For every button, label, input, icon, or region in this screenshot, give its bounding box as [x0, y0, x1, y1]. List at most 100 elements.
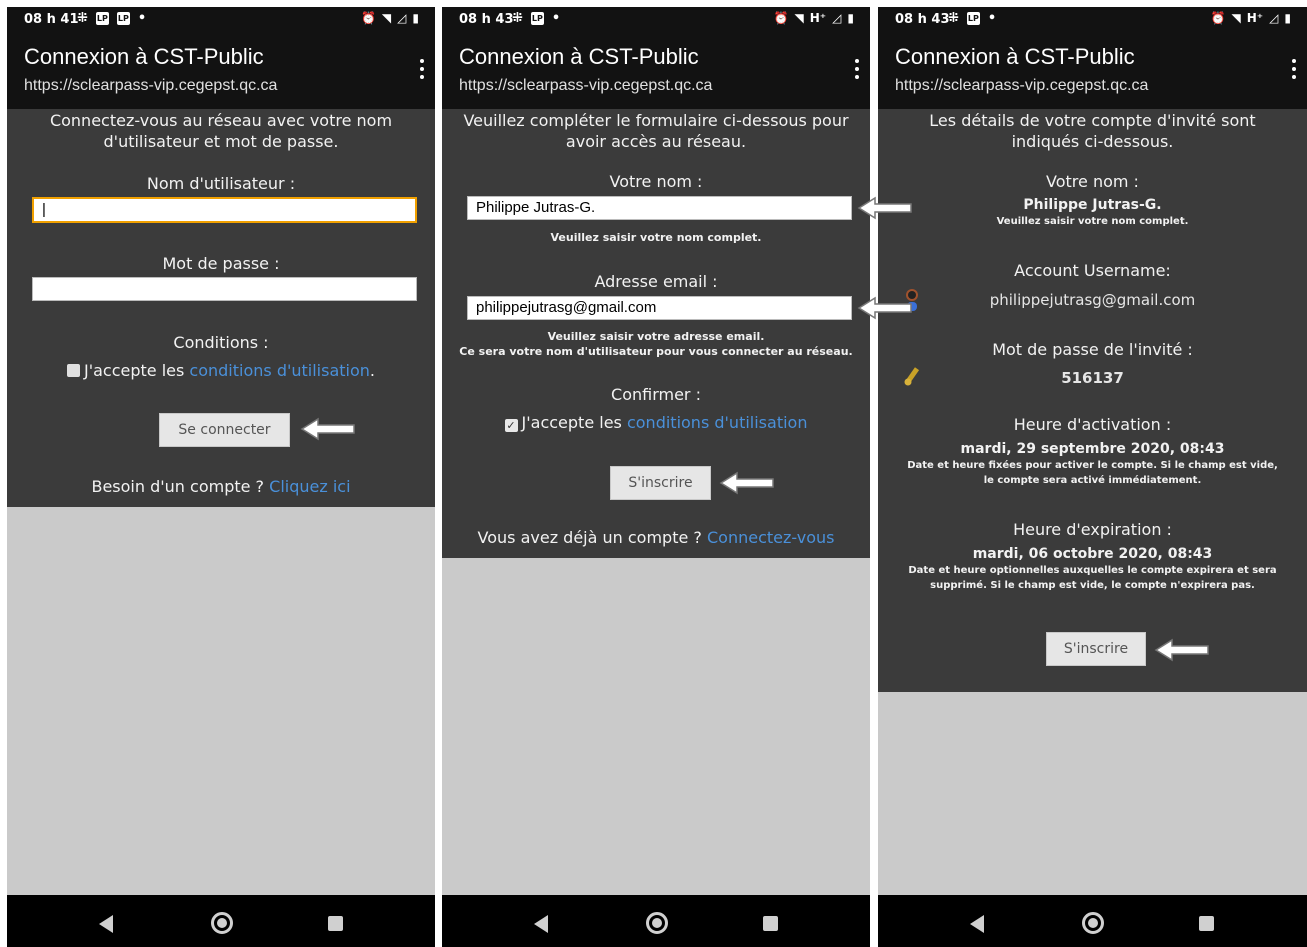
signal-icon: ◿	[832, 11, 842, 25]
connect-link[interactable]: Connectez-vous	[707, 528, 834, 547]
register-button[interactable]: S'inscrire	[610, 466, 711, 500]
phone-screen-account-details: 08 h 43 ⁜ LP • ⏰ ◥ H⁺ ◿ ▮ Connexion à CS…	[878, 7, 1307, 947]
status-bar: 08 h 41 ⁜ LP LP • ⏰ ◥ ◿ ▮	[7, 7, 435, 32]
terms-link[interactable]: conditions d'utilisation	[627, 413, 808, 432]
sim-icon: ⁜	[77, 11, 88, 26]
expiration-hint-1: Date et heure optionnelles auxquelles le…	[908, 565, 1277, 576]
connect-button[interactable]: Se connecter	[159, 413, 290, 447]
account-username-value: philippejutrasg@gmail.com	[989, 291, 1196, 309]
arrow-left-icon	[857, 296, 912, 320]
accept-prefix: J'accepte les	[521, 413, 627, 432]
status-time: 08 h 43	[895, 12, 950, 27]
username-input[interactable]: |	[32, 197, 417, 223]
email-hint-1: Veuillez saisir votre adresse email.	[547, 330, 765, 343]
lp-icon: LP	[966, 12, 980, 25]
battery-icon: ▮	[1284, 11, 1291, 25]
lp-icon: LP	[530, 12, 544, 25]
terms-link[interactable]: conditions d'utilisation	[189, 361, 370, 380]
dot-icon: •	[987, 11, 997, 26]
activation-hint-1: Date et heure fixées pour activer le com…	[907, 460, 1278, 471]
home-icon[interactable]	[211, 912, 233, 934]
recents-icon[interactable]	[328, 916, 343, 931]
dot-icon: •	[137, 11, 147, 26]
email-label: Adresse email :	[594, 272, 718, 291]
name-hint: Veuillez saisir votre nom complet.	[550, 231, 762, 244]
activation-label: Heure d'activation :	[1013, 415, 1172, 434]
browser-titlebar: Connexion à CST-Public https://sclearpas…	[442, 32, 870, 109]
arrow-left-icon	[857, 196, 912, 220]
home-icon[interactable]	[646, 912, 668, 934]
page-title: Connexion à CST-Public	[459, 44, 699, 69]
menu-dots-icon[interactable]	[417, 59, 427, 85]
click-here-link[interactable]: Cliquez ici	[269, 477, 350, 496]
page-url: https://sclearpass-vip.cegepst.qc.ca	[895, 77, 1149, 94]
arrow-left-icon	[1154, 638, 1209, 662]
back-icon[interactable]	[970, 915, 984, 933]
status-time: 08 h 41	[24, 12, 79, 27]
account-details: Les détails de votre compte d'invité son…	[878, 109, 1307, 692]
menu-dots-icon[interactable]	[852, 59, 862, 85]
email-input[interactable]: philippejutrasg@gmail.com	[467, 296, 852, 320]
name-label: Votre nom :	[609, 172, 703, 191]
home-icon[interactable]	[1082, 912, 1104, 934]
back-icon[interactable]	[534, 915, 548, 933]
conditions-label: Conditions :	[173, 333, 269, 352]
expiration-label: Heure d'expiration :	[1013, 520, 1172, 539]
battery-icon: ▮	[412, 11, 419, 25]
android-navbar	[7, 895, 435, 947]
android-navbar	[442, 895, 870, 947]
alarm-icon: ⏰	[360, 11, 376, 25]
login-form: Connectez-vous au réseau avec votre nom …	[7, 109, 435, 507]
wifi-off-icon: ◥	[794, 11, 804, 25]
menu-dots-icon[interactable]	[1289, 59, 1299, 85]
confirm-label: Confirmer :	[611, 385, 701, 404]
need-account-text: Besoin d'un compte ?	[91, 477, 270, 496]
intro-line-2: indiqués ci-dessous.	[1011, 132, 1174, 151]
back-icon[interactable]	[99, 915, 113, 933]
name-hint: Veuillez saisir votre nom complet.	[996, 216, 1189, 227]
wifi-off-icon: ◥	[1231, 11, 1241, 25]
arrow-left-icon	[300, 417, 355, 441]
register-button[interactable]: S'inscrire	[1046, 632, 1146, 666]
accept-suffix: .	[369, 361, 376, 380]
alarm-icon: ⏰	[773, 11, 789, 25]
battery-icon: ▮	[847, 11, 854, 25]
page-url: https://sclearpass-vip.cegepst.qc.ca	[24, 77, 278, 94]
intro-line-1: Veuillez compléter le formulaire ci-dess…	[463, 111, 849, 130]
password-input[interactable]	[32, 277, 417, 301]
name-value: Philippe Jutras-G.	[1023, 197, 1162, 213]
phone-screen-login: 08 h 41 ⁜ LP LP • ⏰ ◥ ◿ ▮ Connexion à CS…	[7, 7, 435, 947]
status-bar: 08 h 43 ⁜ LP • ⏰ ◥ H⁺ ◿ ▮	[442, 7, 870, 32]
page-title: Connexion à CST-Public	[895, 44, 1135, 69]
page-title: Connexion à CST-Public	[24, 44, 264, 69]
wifi-off-icon: ◥	[381, 11, 392, 25]
guest-password-value: 516137	[1061, 369, 1124, 387]
email-hint-2: Ce sera votre nom d'utilisateur pour vou…	[459, 345, 853, 358]
recents-icon[interactable]	[763, 916, 778, 931]
intro-line-1: Les détails de votre compte d'invité son…	[929, 111, 1256, 130]
browser-titlebar: Connexion à CST-Public https://sclearpas…	[878, 32, 1307, 109]
name-input[interactable]: Philippe Jutras-G.	[467, 196, 852, 220]
lp-icon: LP	[95, 12, 109, 25]
terms-checkbox[interactable]	[66, 364, 80, 377]
expiration-value: mardi, 06 octobre 2020, 08:43	[972, 546, 1213, 562]
intro-line-1: Connectez-vous au réseau avec votre nom	[49, 111, 393, 130]
network-type: H⁺	[809, 11, 827, 25]
expiration-hint-2: supprimé. Si le champ est vide, le compt…	[930, 580, 1255, 591]
accept-terms: ✓ J'accepte les conditions d'utilisation	[442, 413, 870, 432]
have-account: Vous avez déjà un compte ? Connectez-vou…	[442, 528, 870, 547]
accept-terms: J'accepte les conditions d'utilisation.	[7, 361, 435, 380]
terms-checkbox[interactable]: ✓	[504, 419, 518, 432]
activation-value: mardi, 29 septembre 2020, 08:43	[960, 441, 1225, 457]
sim-icon: ⁜	[512, 11, 523, 26]
arrow-left-icon	[719, 471, 774, 495]
dot-icon: •	[551, 11, 561, 26]
signal-icon: ◿	[1269, 11, 1279, 25]
name-label: Votre nom :	[1046, 172, 1139, 191]
username-label: Nom d'utilisateur :	[146, 174, 296, 193]
activation-hint-2: le compte sera activé immédiatement.	[983, 475, 1202, 486]
recents-icon[interactable]	[1199, 916, 1214, 931]
lp-icon: LP	[116, 12, 130, 25]
page-url: https://sclearpass-vip.cegepst.qc.ca	[459, 77, 713, 94]
alarm-icon: ⏰	[1210, 11, 1226, 25]
